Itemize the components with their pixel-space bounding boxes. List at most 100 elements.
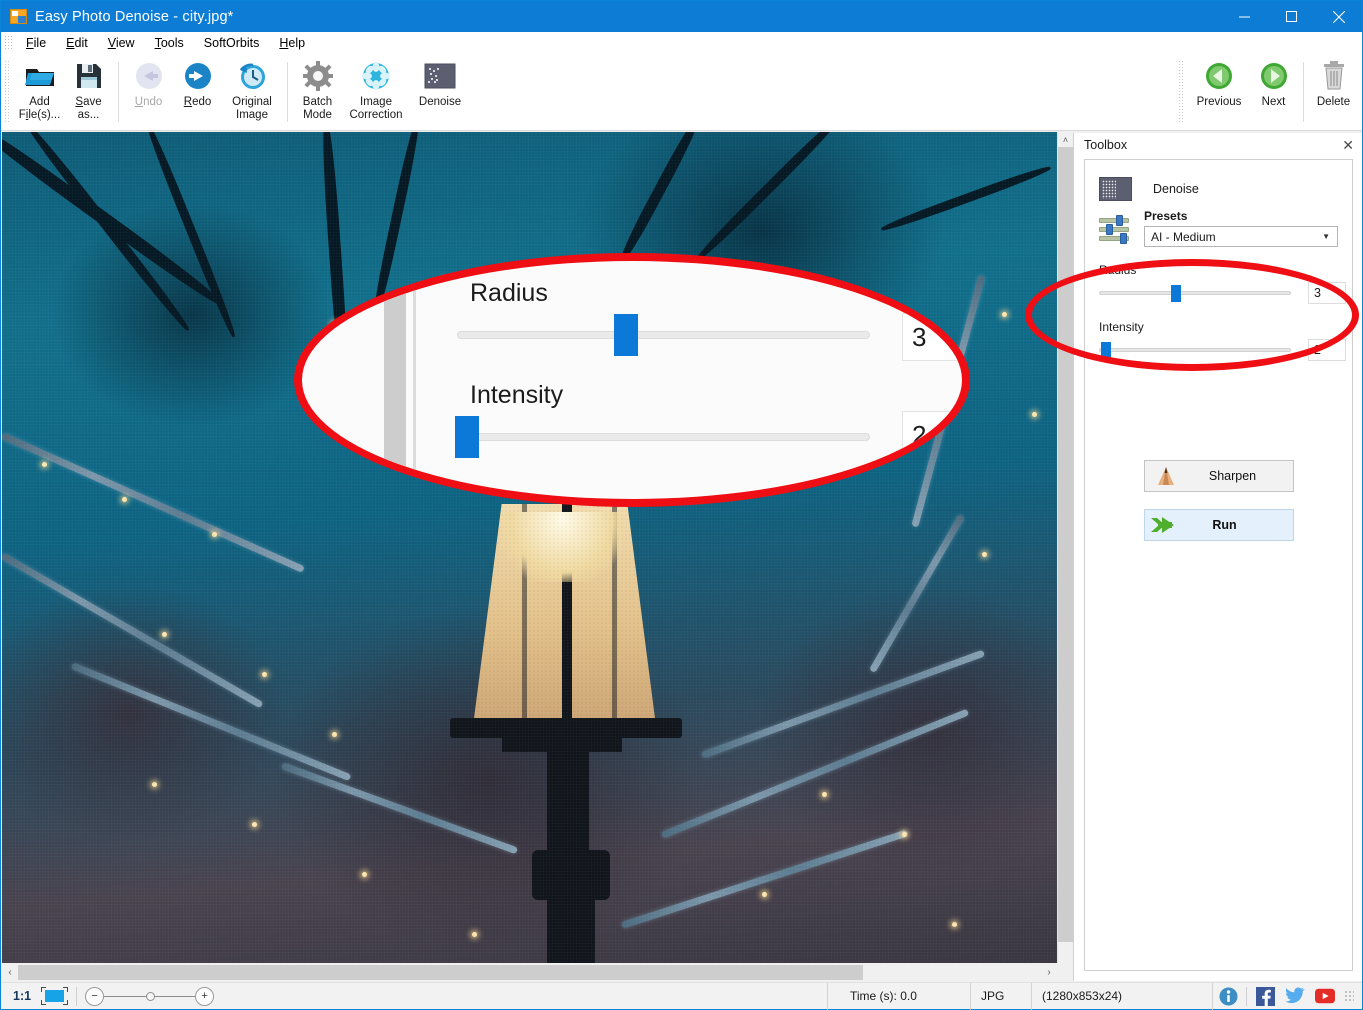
youtube-icon[interactable]	[1315, 986, 1335, 1006]
toolbox-panel: Toolbox ✕ Denoise Presets AI - Medium ▼	[1073, 133, 1362, 981]
status-social-links	[1213, 986, 1362, 1006]
green-right-arrow-icon	[1257, 59, 1291, 93]
run-label: Run	[1212, 518, 1237, 532]
presets-dropdown[interactable]: AI - Medium ▼	[1144, 226, 1338, 247]
menu-item-edit[interactable]: Edit	[56, 34, 98, 52]
sharpen-button[interactable]: Sharpen	[1143, 460, 1294, 492]
toolbox-close-icon[interactable]: ✕	[1342, 138, 1354, 152]
horizontal-scroll-thumb[interactable]	[18, 965, 863, 980]
zoom-out-button[interactable]: −	[85, 986, 105, 1006]
batch-mode-label: Batch Mode	[303, 96, 332, 122]
toolbar-separator-1	[118, 62, 119, 122]
status-time: Time (s): 0.0	[850, 989, 917, 1003]
status-bar: 1:1 − + Time (s): 0.0 JPG (1280x853x24)	[2, 982, 1362, 1010]
color-wheel-icon	[359, 59, 393, 93]
window-title: Easy Photo Denoise - city.jpg*	[35, 8, 234, 25]
info-icon[interactable]	[1218, 986, 1238, 1006]
undo-arrow-icon	[132, 59, 166, 93]
trash-icon	[1317, 59, 1351, 93]
vertical-scroll-thumb[interactable]	[1058, 147, 1073, 942]
original-image-label-line1: Original	[232, 96, 272, 108]
sharpen-label: Sharpen	[1208, 469, 1257, 483]
chevron-down-icon: ▼	[1322, 232, 1330, 241]
menu-item-file[interactable]: FFileile	[16, 34, 56, 52]
toolbar-grip-handle[interactable]	[4, 60, 11, 122]
toolbar-separator-2	[287, 62, 288, 122]
menu-item-view[interactable]: View	[98, 34, 145, 52]
title-bar: Easy Photo Denoise - city.jpg*	[1, 1, 1362, 32]
redo-label: Redo	[183, 96, 212, 108]
previous-button[interactable]: Previous	[1189, 54, 1249, 109]
window-controls	[1221, 1, 1362, 32]
minimize-button[interactable]	[1221, 1, 1268, 32]
image-correction-button[interactable]: Image Correction	[342, 54, 410, 122]
next-label: Next	[1261, 96, 1286, 108]
denoise-button[interactable]: Denoise	[410, 54, 470, 109]
add-files-label-line1: Add	[29, 96, 50, 108]
zoom-slider-thumb[interactable]	[146, 991, 156, 1001]
menu-bar: FFileile Edit View Tools SoftOrbits Help	[1, 32, 1362, 54]
toolbox-tool-header: Denoise	[1085, 160, 1352, 201]
save-as-button[interactable]: Save as...	[64, 54, 113, 122]
intensity-slider[interactable]	[1099, 340, 1291, 360]
maximize-button[interactable]	[1268, 1, 1315, 32]
scroll-up-arrow-icon[interactable]: ˄	[1058, 132, 1073, 147]
intensity-slider-track	[1099, 348, 1291, 352]
original-image-button[interactable]: Original Image	[222, 54, 282, 122]
facebook-icon[interactable]	[1255, 986, 1275, 1006]
redo-button[interactable]: Redo	[173, 54, 222, 109]
toolbox-title: Toolbox	[1084, 138, 1128, 152]
menu-item-softorbits[interactable]: SoftOrbits	[194, 34, 270, 52]
radius-slider[interactable]	[1099, 283, 1291, 303]
close-button[interactable]	[1315, 1, 1362, 32]
toolbar-right-grip-handle[interactable]	[1178, 60, 1185, 122]
intensity-slider-block: Intensity 2	[1085, 304, 1352, 361]
zoom-slider-control[interactable]: − +	[85, 986, 215, 1006]
undo-label: Undo	[134, 96, 163, 108]
zoom-ratio-label[interactable]: 1:1	[13, 989, 31, 1003]
image-correction-label-line2: Correction	[349, 109, 403, 121]
next-button[interactable]: Next	[1249, 54, 1298, 109]
delete-label: Delete	[1316, 96, 1351, 108]
sliders-icon	[1097, 213, 1133, 247]
menu-grip-handle[interactable]	[4, 35, 13, 51]
resize-grip-icon[interactable]	[1344, 990, 1354, 1002]
denoise-label: Denoise	[418, 96, 462, 108]
canvas-vertical-scrollbar[interactable]: ˄	[1057, 132, 1073, 963]
undo-button[interactable]: Undo	[124, 54, 173, 109]
open-folder-icon	[23, 59, 57, 93]
redo-arrow-icon	[181, 59, 215, 93]
radius-value-field[interactable]: 3	[1308, 282, 1346, 304]
radius-slider-thumb[interactable]	[1171, 285, 1181, 302]
zoom-slider-track[interactable]	[104, 991, 196, 1001]
menu-item-tools[interactable]: Tools	[145, 34, 194, 52]
add-files-button[interactable]: Add File(s)...	[15, 54, 64, 122]
toolbox-tool-name: Denoise	[1153, 182, 1199, 196]
clock-revert-icon	[235, 59, 269, 93]
radius-slider-block: Radius 3	[1085, 247, 1352, 304]
twitter-icon[interactable]	[1285, 986, 1305, 1006]
presets-control: Presets AI - Medium ▼	[1144, 209, 1352, 247]
batch-mode-label-line1: Batch	[302, 96, 333, 108]
add-files-label: Add File(s)...	[18, 96, 61, 121]
zoom-in-button[interactable]: +	[195, 986, 215, 1006]
original-image-label: Original Image	[232, 96, 272, 122]
app-icon	[10, 9, 27, 24]
denoise-icon	[1099, 177, 1132, 201]
fit-to-screen-icon[interactable]	[41, 987, 69, 1005]
intensity-value-field[interactable]: 2	[1308, 339, 1346, 361]
intensity-label: Intensity	[1099, 320, 1144, 334]
denoise-icon	[423, 59, 457, 93]
run-button[interactable]: Run	[1143, 509, 1294, 541]
previous-label: Previous	[1196, 96, 1242, 108]
image-canvas[interactable]	[2, 132, 1057, 963]
scroll-right-arrow-icon[interactable]: ›	[1041, 964, 1057, 981]
scroll-left-arrow-icon[interactable]: ‹	[2, 964, 18, 981]
delete-button[interactable]: Delete	[1309, 54, 1358, 109]
canvas-horizontal-scrollbar[interactable]: ‹ ›	[2, 964, 1057, 981]
batch-mode-button[interactable]: Batch Mode	[293, 54, 342, 122]
intensity-slider-thumb[interactable]	[1101, 342, 1111, 359]
batch-mode-label-line2: Mode	[303, 109, 332, 121]
status-divider-2	[827, 982, 828, 1010]
menu-item-help[interactable]: Help	[269, 34, 315, 52]
